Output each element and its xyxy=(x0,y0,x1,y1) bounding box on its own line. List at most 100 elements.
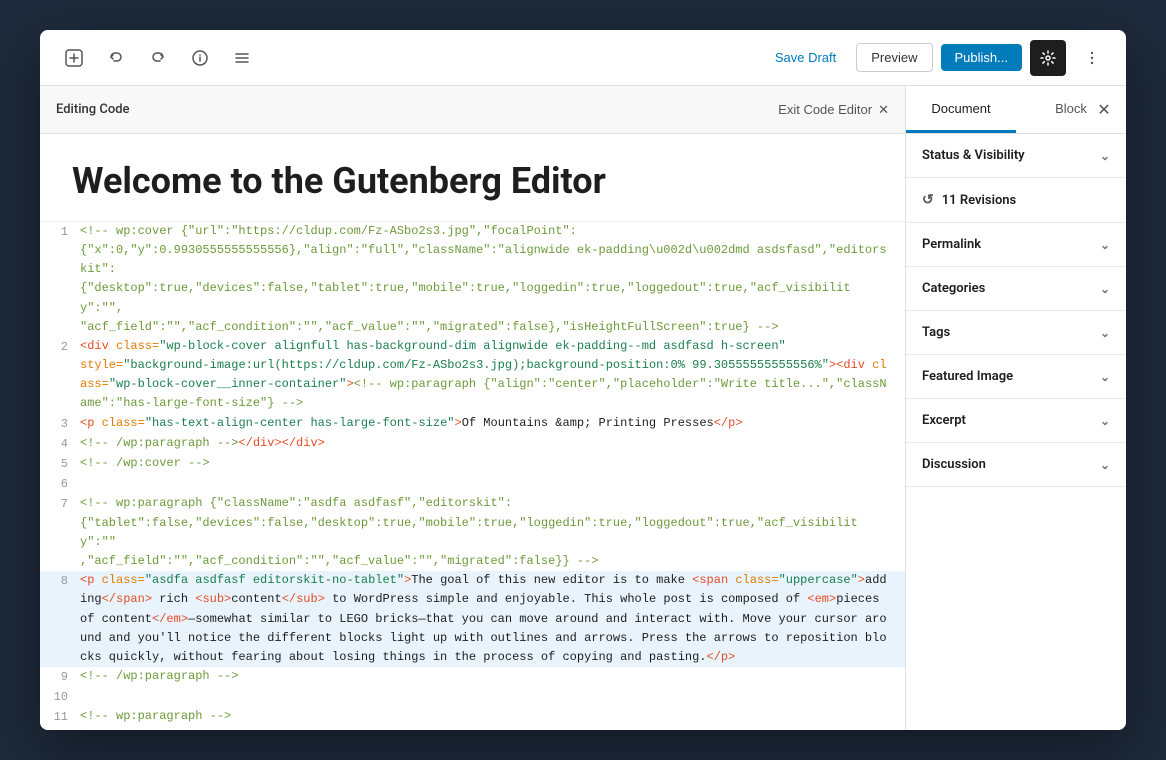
chevron-down-icon: ⌄ xyxy=(1100,458,1110,472)
exit-code-editor-button[interactable]: Exit Code Editor ✕ xyxy=(778,102,889,118)
section-tags-label: Tags xyxy=(922,325,950,340)
code-panel: Editing Code Exit Code Editor ✕ Welcome … xyxy=(40,86,906,730)
post-title-area: Welcome to the Gutenberg Editor xyxy=(40,134,905,222)
section-permalink-label: Permalink xyxy=(922,237,981,252)
line-number: 7 xyxy=(40,494,80,571)
sidebar: Document Block ✕ Status & Visibility ⌄ xyxy=(906,86,1126,730)
revisions-label: 11 Revisions xyxy=(942,193,1017,208)
exit-code-editor-label: Exit Code Editor xyxy=(778,102,872,117)
section-excerpt-label: Excerpt xyxy=(922,413,966,428)
exit-code-editor-icon: ✕ xyxy=(878,102,889,118)
chevron-down-icon: ⌄ xyxy=(1100,282,1110,296)
line-content: <!-- /wp:cover --> xyxy=(80,454,905,474)
line-content xyxy=(80,474,905,494)
chevron-down-icon: ⌄ xyxy=(1100,326,1110,340)
line-content: <div class="wp-block-cover alignfull has… xyxy=(80,337,905,414)
post-title: Welcome to the Gutenberg Editor xyxy=(72,158,873,205)
save-draft-button[interactable]: Save Draft xyxy=(763,44,848,71)
undo-button[interactable] xyxy=(98,40,134,76)
tab-document[interactable]: Document xyxy=(906,86,1016,133)
line-content: <p>What you are reading now is a <strong… xyxy=(80,728,905,730)
code-line: 3 <p class="has-text-align-center has-la… xyxy=(40,414,905,434)
section-categories: Categories ⌄ xyxy=(906,267,1126,311)
redo-button[interactable] xyxy=(140,40,176,76)
sidebar-tabs: Document Block ✕ xyxy=(906,86,1126,134)
sidebar-body: Status & Visibility ⌄ ↺ 11 Revisions xyxy=(906,134,1126,730)
section-discussion-header[interactable]: Discussion ⌄ xyxy=(906,443,1126,486)
section-permalink: Permalink ⌄ xyxy=(906,223,1126,267)
toolbar: Save Draft Preview Publish... xyxy=(40,30,1126,86)
code-line: 2 <div class="wp-block-cover alignfull h… xyxy=(40,337,905,414)
section-featured-image-header[interactable]: Featured Image ⌄ xyxy=(906,355,1126,398)
line-number: 10 xyxy=(40,687,80,707)
code-editor-header: Editing Code Exit Code Editor ✕ xyxy=(40,86,905,134)
section-discussion-label: Discussion xyxy=(922,457,986,472)
code-line: 11 <!-- wp:paragraph --> xyxy=(40,707,905,727)
section-featured-image: Featured Image ⌄ xyxy=(906,355,1126,399)
section-status-visibility-label: Status & Visibility xyxy=(922,148,1025,163)
line-content: <!-- /wp:paragraph --></div></div> xyxy=(80,434,905,454)
line-content: <!-- wp:cover {"url":"https://cldup.com/… xyxy=(80,222,905,337)
line-number: 3 xyxy=(40,414,80,434)
section-revisions: ↺ 11 Revisions xyxy=(906,178,1126,223)
code-line: 12 <p>What you are reading now is a <str… xyxy=(40,728,905,730)
section-status-visibility-header[interactable]: Status & Visibility ⌄ xyxy=(906,134,1126,177)
line-number: 8 xyxy=(40,571,80,667)
line-content: <!-- wp:paragraph --> xyxy=(80,707,905,727)
code-line: 4 <!-- /wp:paragraph --></div></div> xyxy=(40,434,905,454)
section-discussion: Discussion ⌄ xyxy=(906,443,1126,487)
info-button[interactable] xyxy=(182,40,218,76)
section-tags: Tags ⌄ xyxy=(906,311,1126,355)
section-categories-label: Categories xyxy=(922,281,985,296)
section-featured-image-label: Featured Image xyxy=(922,369,1013,384)
add-block-button[interactable] xyxy=(56,40,92,76)
code-editor-body[interactable]: 1 <!-- wp:cover {"url":"https://cldup.co… xyxy=(40,222,905,730)
section-revisions-header[interactable]: ↺ 11 Revisions xyxy=(906,178,1126,222)
code-line: 8 <p class="asdfa asdfasf editorskit-no-… xyxy=(40,571,905,667)
menu-button[interactable] xyxy=(224,40,260,76)
publish-button[interactable]: Publish... xyxy=(941,44,1022,71)
toolbar-left xyxy=(56,40,755,76)
more-options-button[interactable] xyxy=(1074,40,1110,76)
settings-button[interactable] xyxy=(1030,40,1066,76)
code-line: 9 <!-- /wp:paragraph --> xyxy=(40,667,905,687)
line-content: <!-- wp:paragraph {"className":"asdfa as… xyxy=(80,494,905,571)
chevron-down-icon: ⌄ xyxy=(1100,414,1110,428)
section-status-visibility: Status & Visibility ⌄ xyxy=(906,134,1126,178)
line-number: 5 xyxy=(40,454,80,474)
line-number: 11 xyxy=(40,707,80,727)
section-excerpt-header[interactable]: Excerpt ⌄ xyxy=(906,399,1126,442)
close-icon: ✕ xyxy=(1097,100,1110,120)
line-number: 6 xyxy=(40,474,80,494)
code-lines: 1 <!-- wp:cover {"url":"https://cldup.co… xyxy=(40,222,905,730)
preview-button[interactable]: Preview xyxy=(856,43,932,72)
line-content: <p class="has-text-align-center has-larg… xyxy=(80,414,905,434)
toolbar-right: Save Draft Preview Publish... xyxy=(763,40,1110,76)
section-excerpt: Excerpt ⌄ xyxy=(906,399,1126,443)
section-tags-header[interactable]: Tags ⌄ xyxy=(906,311,1126,354)
revisions-link: ↺ 11 Revisions xyxy=(922,192,1016,208)
code-header-title: Editing Code xyxy=(56,102,130,117)
chevron-down-icon: ⌄ xyxy=(1100,149,1110,163)
main-area: Editing Code Exit Code Editor ✕ Welcome … xyxy=(40,86,1126,730)
code-line: 1 <!-- wp:cover {"url":"https://cldup.co… xyxy=(40,222,905,337)
code-line: 10 xyxy=(40,687,905,707)
code-line: 6 xyxy=(40,474,905,494)
line-number: 2 xyxy=(40,337,80,414)
section-categories-header[interactable]: Categories ⌄ xyxy=(906,267,1126,310)
chevron-down-icon: ⌄ xyxy=(1100,238,1110,252)
line-content: <!-- /wp:paragraph --> xyxy=(80,667,905,687)
code-line: 5 <!-- /wp:cover --> xyxy=(40,454,905,474)
revisions-icon: ↺ xyxy=(922,192,934,208)
chevron-down-icon: ⌄ xyxy=(1100,370,1110,384)
editor-window: Save Draft Preview Publish... xyxy=(40,30,1126,730)
code-line: 7 <!-- wp:paragraph {"className":"asdfa … xyxy=(40,494,905,571)
section-permalink-header[interactable]: Permalink ⌄ xyxy=(906,223,1126,266)
line-number: 12 xyxy=(40,728,80,730)
line-number: 1 xyxy=(40,222,80,337)
line-content xyxy=(80,687,905,707)
line-number: 9 xyxy=(40,667,80,687)
line-content: <p class="asdfa asdfasf editorskit-no-ta… xyxy=(80,571,905,667)
sidebar-close-button[interactable]: ✕ xyxy=(1090,96,1118,124)
line-number: 4 xyxy=(40,434,80,454)
